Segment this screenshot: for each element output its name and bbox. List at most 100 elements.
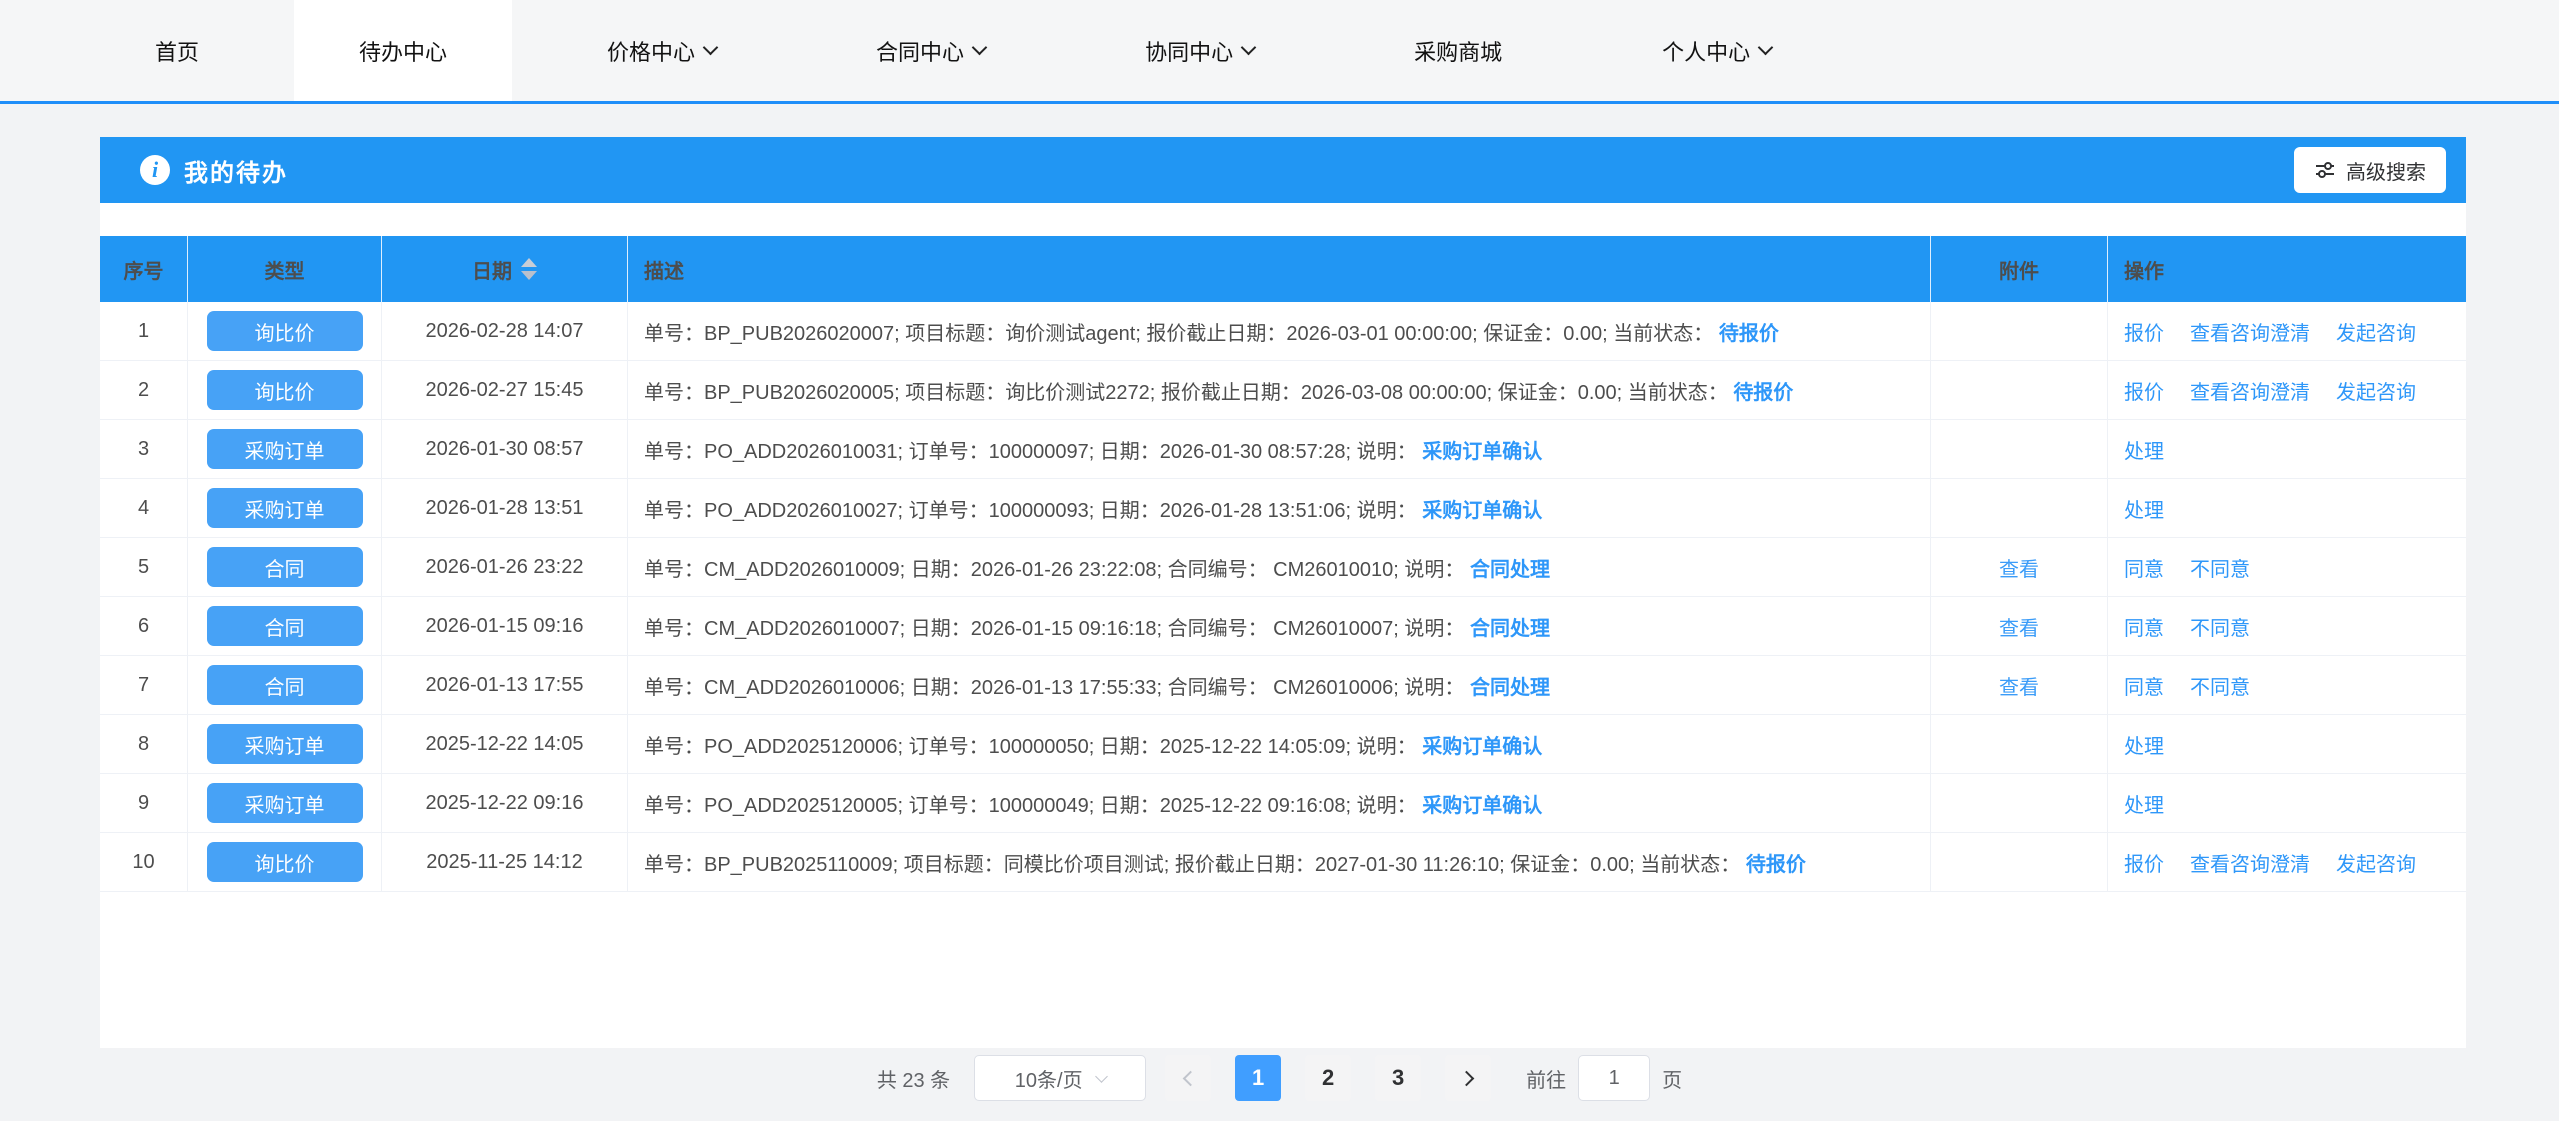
table-row: 5 合同 2026-01-26 23:22 单号：CM_ADD202601000… bbox=[100, 538, 2466, 597]
status-link[interactable]: 采购订单确认 bbox=[1422, 789, 1542, 818]
attachment-view-link[interactable]: 查看 bbox=[1999, 671, 2039, 700]
cell-description: 单号：PO_ADD2025120006; 订单号：100000050; 日期：2… bbox=[628, 715, 1931, 774]
type-badge: 采购订单 bbox=[206, 783, 363, 823]
sort-descending-icon[interactable] bbox=[521, 271, 537, 280]
cell-actions: 同意 不同意 bbox=[2108, 656, 2466, 715]
type-badge: 询比价 bbox=[206, 311, 363, 351]
action-link[interactable]: 不同意 bbox=[2190, 553, 2250, 582]
action-link[interactable]: 查看咨询澄清 bbox=[2190, 376, 2310, 405]
cell-date: 2026-01-28 13:51 bbox=[382, 479, 628, 538]
description-text: 单号：PO_ADD2026010031; 订单号：100000097; 日期：2… bbox=[644, 440, 1417, 463]
action-link[interactable]: 发起咨询 bbox=[2336, 317, 2416, 346]
page-title: 我的待办 bbox=[184, 159, 288, 187]
description-text: 单号：BP_PUB2026020007; 项目标题：询价测试agent; 报价截… bbox=[644, 322, 1714, 345]
cell-date: 2026-01-13 17:55 bbox=[382, 656, 628, 715]
cell-type: 采购订单 bbox=[188, 715, 382, 774]
type-badge: 合同 bbox=[206, 606, 363, 646]
nav-item-label: 个人中心 bbox=[1662, 39, 1751, 65]
cell-type: 询比价 bbox=[188, 361, 382, 420]
action-link[interactable]: 查看咨询澄清 bbox=[2190, 317, 2310, 346]
action-link[interactable]: 查看咨询澄清 bbox=[2190, 848, 2310, 877]
action-link[interactable]: 处理 bbox=[2124, 494, 2164, 523]
cell-index: 1 bbox=[100, 302, 188, 361]
col-header-attachment: 附件 bbox=[1931, 236, 2108, 302]
todo-table: 序号 类型 日期 描述 附件 操作 1 询比价 2026-02-28 14:07… bbox=[100, 236, 2466, 892]
cell-actions: 同意 不同意 bbox=[2108, 538, 2466, 597]
cell-date: 2026-01-15 09:16 bbox=[382, 597, 628, 656]
page-size-value: 10条/页 bbox=[1014, 1069, 1083, 1092]
action-link[interactable]: 报价 bbox=[2124, 376, 2164, 405]
status-link[interactable]: 合同处理 bbox=[1470, 671, 1550, 700]
next-page-button[interactable] bbox=[1445, 1055, 1492, 1101]
status-link[interactable]: 采购订单确认 bbox=[1422, 435, 1542, 464]
action-link[interactable]: 处理 bbox=[2124, 789, 2164, 818]
cell-actions: 报价 查看咨询澄清 发起咨询 bbox=[2108, 302, 2466, 361]
nav-item-contract-center[interactable]: 合同中心 bbox=[811, 0, 1050, 101]
action-link[interactable]: 处理 bbox=[2124, 435, 2164, 464]
cell-index: 9 bbox=[100, 774, 188, 833]
cell-index: 4 bbox=[100, 479, 188, 538]
action-link[interactable]: 发起咨询 bbox=[2336, 848, 2416, 877]
sort-ascending-icon[interactable] bbox=[521, 258, 537, 267]
type-badge: 采购订单 bbox=[206, 724, 363, 764]
nav-item-personal-center[interactable]: 个人中心 bbox=[1597, 0, 1836, 101]
page-button-3[interactable]: 3 bbox=[1375, 1055, 1422, 1101]
status-link[interactable]: 合同处理 bbox=[1470, 612, 1550, 641]
advanced-search-button[interactable]: 高级搜索 bbox=[2294, 147, 2446, 193]
goto-page-group: 前往 页 bbox=[1526, 1055, 1682, 1101]
chevron-right-icon bbox=[1458, 1070, 1474, 1086]
page-button-1[interactable]: 1 bbox=[1235, 1055, 1282, 1101]
nav-item-procurement-mall[interactable]: 采购商城 bbox=[1349, 0, 1567, 101]
cell-index: 6 bbox=[100, 597, 188, 656]
action-link[interactable]: 不同意 bbox=[2190, 671, 2250, 700]
action-link[interactable]: 处理 bbox=[2124, 730, 2164, 759]
cell-type: 采购订单 bbox=[188, 774, 382, 833]
action-link[interactable]: 不同意 bbox=[2190, 612, 2250, 641]
prev-page-button[interactable] bbox=[1165, 1055, 1212, 1101]
cell-description: 单号：PO_ADD2026010031; 订单号：100000097; 日期：2… bbox=[628, 420, 1931, 479]
cell-actions: 处理 bbox=[2108, 774, 2466, 833]
cell-actions: 报价 查看咨询澄清 发起咨询 bbox=[2108, 833, 2466, 892]
action-link[interactable]: 报价 bbox=[2124, 848, 2164, 877]
status-link[interactable]: 待报价 bbox=[1719, 317, 1779, 346]
type-badge: 采购订单 bbox=[206, 429, 363, 469]
table-row: 8 采购订单 2025-12-22 14:05 单号：PO_ADD2025120… bbox=[100, 715, 2466, 774]
type-badge: 询比价 bbox=[206, 370, 363, 410]
status-link[interactable]: 待报价 bbox=[1746, 848, 1806, 877]
action-link[interactable]: 报价 bbox=[2124, 317, 2164, 346]
action-link[interactable]: 同意 bbox=[2124, 553, 2164, 582]
sort-carets-icon[interactable] bbox=[521, 258, 537, 280]
status-link[interactable]: 合同处理 bbox=[1470, 553, 1550, 582]
page-button-2[interactable]: 2 bbox=[1305, 1055, 1352, 1101]
status-link[interactable]: 采购订单确认 bbox=[1422, 730, 1542, 759]
nav-item-label: 待办中心 bbox=[359, 39, 448, 65]
nav-item-label: 采购商城 bbox=[1414, 39, 1503, 65]
panel-header: i 我的待办 高级搜索 bbox=[100, 137, 2466, 203]
sliders-filter-icon bbox=[2316, 162, 2334, 178]
status-link[interactable]: 待报价 bbox=[1733, 376, 1793, 405]
goto-page-input[interactable] bbox=[1578, 1055, 1651, 1101]
nav-item-home[interactable]: 首页 bbox=[90, 0, 264, 101]
action-link[interactable]: 同意 bbox=[2124, 671, 2164, 700]
nav-item-collab-center[interactable]: 协同中心 bbox=[1080, 0, 1319, 101]
action-link[interactable]: 发起咨询 bbox=[2336, 376, 2416, 405]
advanced-search-label: 高级搜索 bbox=[2346, 161, 2426, 184]
cell-attachment bbox=[1931, 420, 2108, 479]
chevron-down-icon bbox=[1240, 39, 1257, 56]
nav-item-todo-center[interactable]: 待办中心 bbox=[294, 0, 513, 101]
attachment-view-link[interactable]: 查看 bbox=[1999, 553, 2039, 582]
col-header-date-label: 日期 bbox=[472, 260, 512, 283]
nav-item-price-center[interactable]: 价格中心 bbox=[542, 0, 781, 101]
col-header-date[interactable]: 日期 bbox=[382, 236, 628, 302]
attachment-view-link[interactable]: 查看 bbox=[1999, 612, 2039, 641]
status-link[interactable]: 采购订单确认 bbox=[1422, 494, 1542, 523]
chevron-down-icon bbox=[1094, 1069, 1108, 1083]
todo-panel: i 我的待办 高级搜索 序号 类型 日期 描述 附件 操作 1 询比价 2026… bbox=[100, 137, 2466, 1048]
pagination-total: 共 23 条 bbox=[876, 1069, 951, 1092]
cell-date: 2026-01-30 08:57 bbox=[382, 420, 628, 479]
top-navigation: 首页 待办中心 价格中心 合同中心 协同中心 采购商城 个人中心 bbox=[0, 0, 2559, 104]
action-link[interactable]: 同意 bbox=[2124, 612, 2164, 641]
page-size-select[interactable]: 10条/页 bbox=[974, 1055, 1147, 1101]
table-row: 2 询比价 2026-02-27 15:45 单号：BP_PUB20260200… bbox=[100, 361, 2466, 420]
cell-actions: 同意 不同意 bbox=[2108, 597, 2466, 656]
